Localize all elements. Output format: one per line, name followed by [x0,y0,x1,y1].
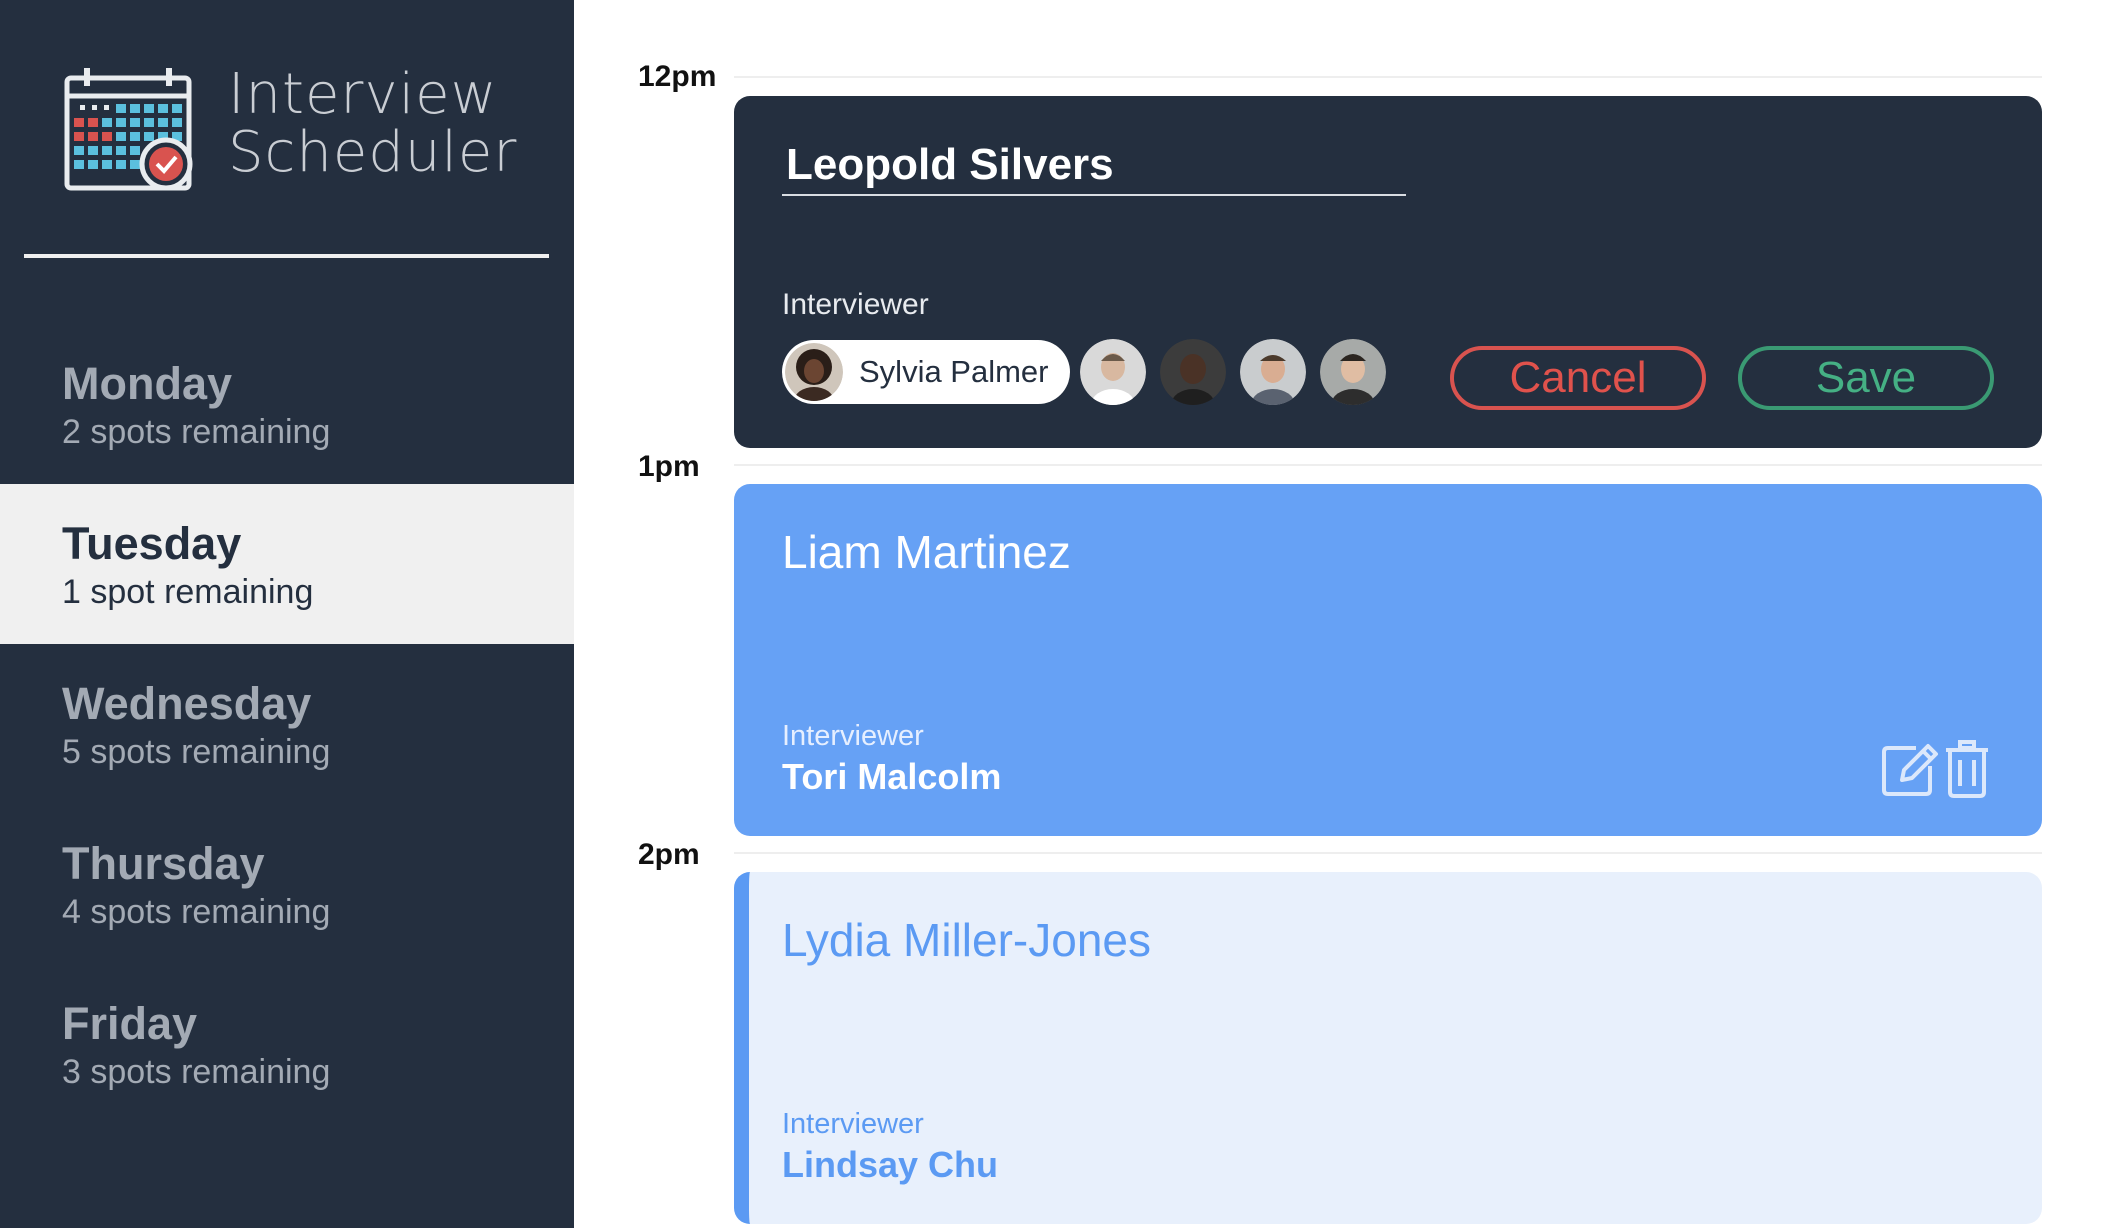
save-button[interactable]: Save [1738,346,1994,410]
app-title: Interview Scheduler [228,66,517,182]
interviewer-name: Lindsay Chu [782,1144,999,1185]
time-separator [734,76,2042,78]
day-name: Tuesday [62,518,242,569]
day-name: Friday [62,998,198,1049]
day-item-wednesday[interactable]: Wednesday 5 spots remaining [0,644,574,804]
interviewer-name: Sylvia Palmer [859,354,1049,389]
day-spots: 5 spots remaining [62,733,331,771]
edit-icon[interactable] [1880,740,1940,798]
interviewer-avatar-option[interactable] [1080,339,1146,405]
app-title-line1: Interview [228,62,498,127]
time-separator [734,852,2042,854]
day-item-friday[interactable]: Friday 3 spots remaining [0,964,574,1124]
time-label-12pm: 12pm [638,60,717,93]
day-spots: 1 spot remaining [62,573,314,611]
sidebar-divider [24,254,549,258]
appointment-card: Lydia Miller-Jones Interviewer Lindsay C… [734,872,2042,1224]
calendar-check-icon [64,68,193,191]
app-title-line2: Scheduler [228,120,518,185]
day-spots: 2 spots remaining [62,413,331,451]
interviewer-label: Interviewer [782,1108,924,1140]
appointment-card: Liam Martinez Interviewer Tori Malcolm [734,484,2042,836]
interviewer-selected-sylvia-palmer[interactable]: Sylvia Palmer [782,340,1070,404]
day-name: Monday [62,358,233,409]
cancel-button[interactable]: Cancel [1450,346,1706,410]
avatar [785,343,843,401]
student-name: Liam Martinez [782,526,1071,578]
appointment-form: Interviewer Sylvia Palmer [734,96,2042,448]
trash-icon[interactable] [1944,740,1990,798]
interviewer-label: Interviewer [782,720,924,752]
time-label-1pm: 1pm [638,450,700,483]
interviewer-label: Interviewer [782,288,929,321]
day-item-tuesday[interactable]: Tuesday 1 spot remaining [0,484,574,644]
student-name: Lydia Miller-Jones [782,914,1151,966]
day-name: Wednesday [62,678,312,729]
time-separator [734,464,2042,466]
sidebar: Interview Scheduler Monday 2 spots remai… [0,0,574,1228]
day-item-monday[interactable]: Monday 2 spots remaining [0,324,574,484]
interviewer-avatar-option[interactable] [1160,339,1226,405]
student-name-input[interactable] [782,136,1406,196]
interviewer-avatar-option[interactable] [1240,339,1306,405]
time-label-2pm: 2pm [638,838,700,871]
interviewer-name: Tori Malcolm [782,756,1002,797]
day-spots: 4 spots remaining [62,893,331,931]
day-name: Thursday [62,838,265,889]
interviewer-avatar-option[interactable] [1320,339,1386,405]
day-item-thursday[interactable]: Thursday 4 spots remaining [0,804,574,964]
day-spots: 3 spots remaining [62,1053,331,1091]
